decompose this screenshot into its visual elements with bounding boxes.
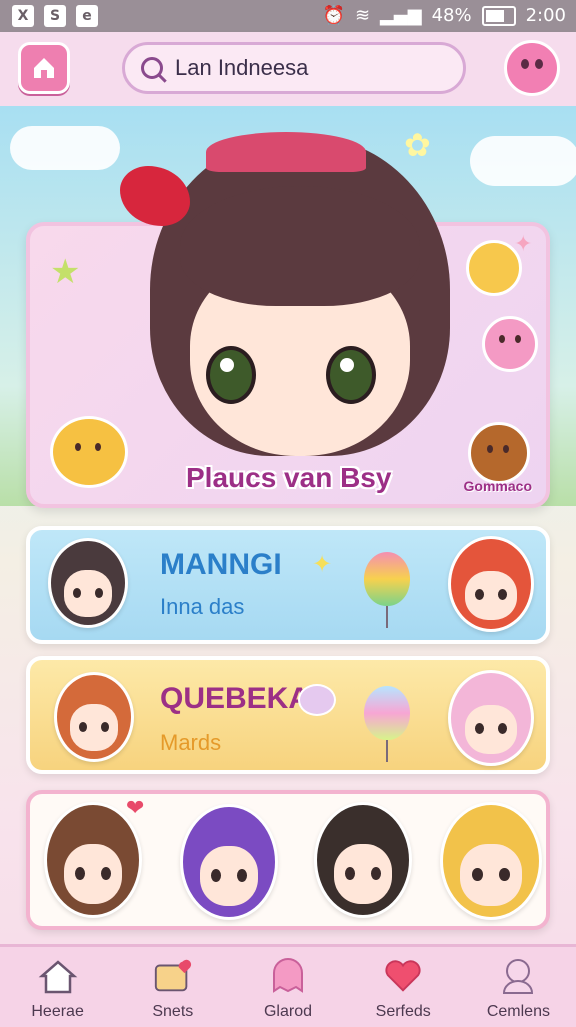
heart-icon: ❤ xyxy=(126,796,145,821)
pink-ghost-icon xyxy=(482,316,538,372)
nav-label: Cemlens xyxy=(486,1003,550,1020)
row-subtitle: Mards xyxy=(160,730,222,755)
top-bar: Lan Indneesa xyxy=(0,32,576,109)
nav-label: Glarod xyxy=(263,1003,313,1020)
character-row-card[interactable]: QUEBEKA Mards xyxy=(26,656,550,774)
nav-label: Snets xyxy=(152,1003,194,1020)
avatar[interactable] xyxy=(440,802,542,920)
status-right: ⏰ ≋ ▂▄▆ 48% 2:00 xyxy=(323,5,566,26)
status-bar: X S e ⏰ ≋ ▂▄▆ 48% 2:00 xyxy=(0,0,576,32)
search-icon xyxy=(141,57,163,79)
nav-item-serfeds[interactable]: Serfeds xyxy=(346,947,461,1027)
balloon-icon xyxy=(364,552,410,628)
search-bar[interactable]: Lan Indneesa xyxy=(122,42,466,94)
hero-card[interactable]: ★ ✦ Plaucs van Bsy Gommaco xyxy=(26,132,550,508)
star-icon: ★ xyxy=(50,252,81,292)
house-icon xyxy=(37,957,79,995)
character-strip[interactable]: ❤ xyxy=(26,790,550,930)
battery-percentage: 48% xyxy=(431,5,472,26)
signal-icon: ▂▄▆ xyxy=(380,5,422,26)
balloon-icon xyxy=(364,686,410,762)
sparkle-icon: ✦ xyxy=(312,550,333,578)
search-text: Lan Indneesa xyxy=(175,55,309,80)
nav-item-cemlens[interactable]: Cemlens xyxy=(461,947,576,1027)
app-notification-icon: S xyxy=(44,5,66,27)
app-notification-icon: e xyxy=(76,5,98,27)
nav-label: Serfeds xyxy=(375,1003,431,1020)
cookie-mascot-icon xyxy=(468,422,530,484)
hero-subtitle: Gommaco xyxy=(463,478,532,494)
character-eye-right xyxy=(326,346,376,404)
heart-icon xyxy=(382,957,424,995)
home-icon xyxy=(34,58,54,78)
character-hat xyxy=(206,132,366,172)
ghost-icon xyxy=(267,957,309,995)
flower-icon: ✿ xyxy=(404,126,431,164)
avatar xyxy=(54,672,134,762)
nav-item-glarod[interactable]: Glarod xyxy=(230,947,345,1027)
app-notification-icon: X xyxy=(12,5,34,27)
nav-item-home[interactable]: Heerae xyxy=(0,947,115,1027)
character-row-card[interactable]: MANNGI Inna das ✦ xyxy=(26,526,550,644)
pink-mascot-icon[interactable] xyxy=(504,40,560,96)
wifi-icon: ≋ xyxy=(354,5,371,26)
sun-mascot-icon xyxy=(50,416,128,488)
card-icon xyxy=(152,957,194,995)
sparkle-icon: ✦ xyxy=(514,232,533,257)
home-button[interactable] xyxy=(18,42,70,94)
hero-title: Plaucs van Bsy xyxy=(186,462,392,493)
row-title: MANNGI xyxy=(160,548,282,581)
character-icon xyxy=(497,957,539,995)
alarm-icon: ⏰ xyxy=(322,5,345,26)
avatar[interactable] xyxy=(314,802,412,918)
avatar[interactable] xyxy=(180,804,278,920)
nav-item-snets[interactable]: Snets xyxy=(115,947,230,1027)
row-subtitle: Inna das xyxy=(160,594,245,619)
bunny-icon xyxy=(298,684,336,716)
nav-label: Heerae xyxy=(31,1003,84,1020)
clock: 2:00 xyxy=(525,5,566,26)
character-bangs xyxy=(180,186,420,306)
row-title: QUEBEKA xyxy=(160,682,311,715)
avatar xyxy=(448,536,534,632)
battery-icon xyxy=(481,5,516,26)
bottom-nav: Heerae Snets Glarod Serfeds Cemlens xyxy=(0,944,576,1027)
avatar xyxy=(448,670,534,766)
character-eye-left xyxy=(206,346,256,404)
avatar xyxy=(48,538,128,628)
status-left-icons: X S e xyxy=(12,5,98,27)
